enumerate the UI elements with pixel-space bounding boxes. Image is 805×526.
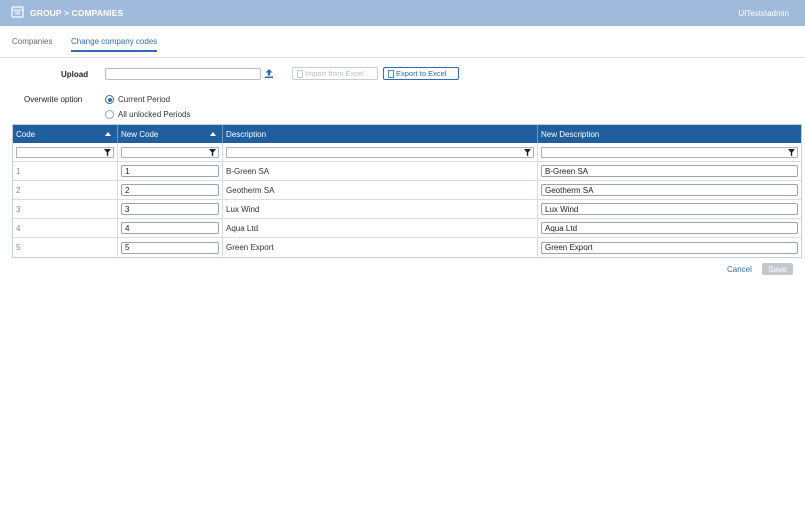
code-cell: 1 (13, 162, 118, 180)
code-cell: 3 (13, 200, 118, 218)
new-code-input[interactable]: 3 (121, 203, 219, 215)
overwrite-option-label: Overwrite option (24, 95, 83, 104)
description-cell: B-Green SA (223, 162, 538, 180)
description-cell: Geotherm SA (223, 181, 538, 199)
excel-file-icon (297, 69, 303, 78)
upload-icon[interactable] (264, 68, 274, 79)
filter-icon[interactable] (524, 149, 531, 157)
tab-bar: Companies Change company codes (0, 26, 805, 58)
table-row: 1 1 B-Green SA B-Green SA (13, 162, 801, 181)
upload-input[interactable] (105, 68, 261, 80)
excel-file-icon (388, 69, 394, 78)
filter-icon[interactable] (209, 149, 216, 157)
code-cell: 2 (13, 181, 118, 199)
table-row: 4 4 Aqua Ltd Aqua Ltd (13, 219, 801, 238)
import-label: Import from Excel (305, 69, 364, 78)
top-bar: GROUP > COMPANIES UITests\admin (0, 0, 805, 26)
new-code-input[interactable]: 5 (121, 241, 219, 254)
column-header-code[interactable]: Code (13, 125, 118, 143)
tab-companies[interactable]: Companies (12, 37, 52, 46)
new-code-input[interactable]: 1 (121, 165, 219, 177)
column-header-new-description[interactable]: New Description (538, 125, 801, 143)
import-from-excel-button[interactable]: Import from Excel (292, 67, 378, 80)
all-unlocked-periods-label[interactable]: All unlocked Periods (118, 110, 190, 119)
description-cell: Green Export (223, 238, 538, 257)
new-description-input[interactable]: Aqua Ltd (541, 222, 798, 234)
new-description-filter-input[interactable] (541, 147, 798, 158)
all-unlocked-periods-radio[interactable] (105, 110, 114, 119)
sort-ascending-icon[interactable] (210, 132, 216, 136)
current-period-radio[interactable] (105, 95, 114, 104)
table-row: 2 2 Geotherm SA Geotherm SA (13, 181, 801, 200)
new-code-input[interactable]: 2 (121, 184, 219, 196)
upload-label: Upload (61, 70, 89, 79)
filter-icon[interactable] (788, 149, 795, 157)
new-description-input[interactable]: Lux Wind (541, 203, 798, 215)
current-period-label[interactable]: Current Period (118, 95, 170, 104)
export-label: Export to Excel (396, 69, 447, 78)
user-name[interactable]: UITests\admin (738, 9, 789, 18)
description-cell: Lux Wind (223, 200, 538, 218)
sort-ascending-icon[interactable] (105, 132, 111, 136)
new-description-input[interactable]: Geotherm SA (541, 184, 798, 196)
table-row: 3 3 Lux Wind Lux Wind (13, 200, 801, 219)
filter-icon[interactable] (104, 149, 111, 157)
description-filter-input[interactable] (226, 147, 534, 158)
cancel-button[interactable]: Cancel (727, 265, 752, 274)
breadcrumb: GROUP > COMPANIES (30, 8, 124, 18)
company-codes-grid: Code New Code Description New Descriptio… (12, 124, 802, 258)
code-filter-input[interactable] (16, 147, 114, 158)
table-row: 5 5 Green Export Green Export (13, 238, 801, 257)
filter-row (13, 143, 801, 162)
new-description-input[interactable]: B-Green SA (541, 165, 798, 177)
description-cell: Aqua Ltd (223, 219, 538, 237)
code-cell: 5 (13, 238, 118, 257)
new-description-input[interactable]: Green Export (541, 241, 798, 254)
company-logo-icon (11, 6, 24, 18)
column-header-description[interactable]: Description (223, 125, 538, 143)
new-code-filter-input[interactable] (121, 147, 219, 158)
new-code-input[interactable]: 4 (121, 222, 219, 234)
save-button[interactable]: Save (762, 263, 793, 275)
code-cell: 4 (13, 219, 118, 237)
export-to-excel-button[interactable]: Export to Excel (383, 67, 459, 80)
column-header-new-code[interactable]: New Code (118, 125, 223, 143)
tab-change-company-codes[interactable]: Change company codes (71, 37, 158, 52)
grid-header: Code New Code Description New Descriptio… (13, 125, 801, 143)
